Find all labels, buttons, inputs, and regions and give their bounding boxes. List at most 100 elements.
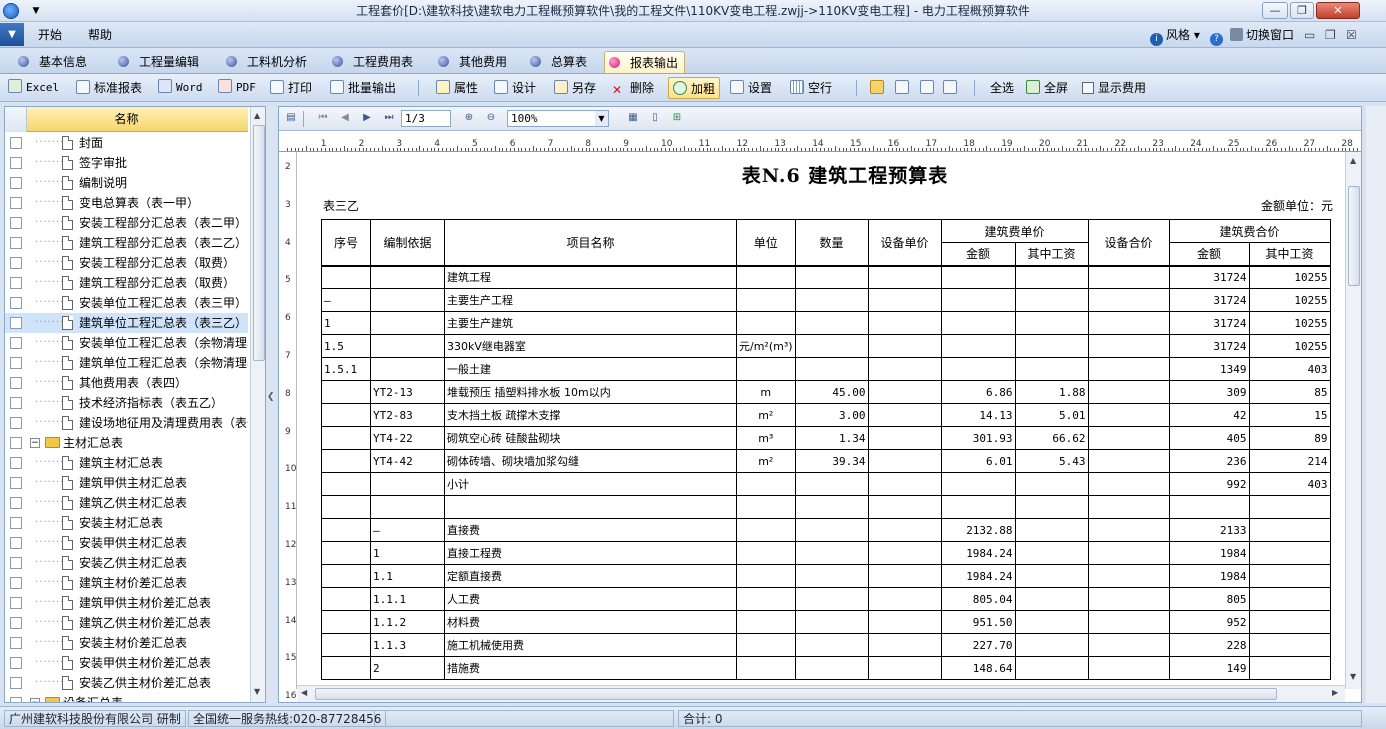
tree-item[interactable]: ······· 安装主材价差汇总表 [5,633,248,653]
menu-start[interactable]: 开始 [38,22,62,48]
last-page-icon[interactable]: ⏭ [381,110,397,126]
tree-item-checkbox[interactable] [10,357,22,369]
tab-summary[interactable]: 总算表 [526,51,593,73]
tree-item[interactable]: ······· 安装单位工程汇总表（表三甲） [5,293,248,313]
tree-item-checkbox[interactable] [10,457,22,469]
tree-item-checkbox[interactable] [10,657,22,669]
tree-item[interactable]: ······· 变电总算表（表一甲） [5,193,248,213]
tab-other-fees[interactable]: 其他费用 [434,51,513,73]
tree-item[interactable]: ······· 安装甲供主材价差汇总表 [5,653,248,673]
tree-item[interactable]: ······· 安装乙供主材价差汇总表 [5,673,248,693]
tree-item-checkbox[interactable] [10,237,22,249]
open-folder-button[interactable] [870,77,888,99]
multi-page-icon[interactable]: ⊞ [669,110,685,126]
tree-item-checkbox[interactable] [10,257,22,269]
tab-report-output[interactable]: 报表输出 [604,51,686,73]
switch-window-button[interactable]: 切换窗口 [1230,22,1294,48]
tree-item-checkbox[interactable] [10,477,22,489]
tree-item-checkbox[interactable] [10,417,22,429]
close-button[interactable]: ✕ [1316,2,1360,19]
app-menu-button[interactable]: ▼ [0,23,24,46]
tree-item-checkbox[interactable] [10,617,22,629]
preview-vertical-scrollbar[interactable]: ▲ ▼ [1345,152,1361,689]
book-icon[interactable]: ▤ [283,110,299,126]
scroll-down-icon[interactable]: ▼ [1350,672,1356,681]
tree-item-checkbox[interactable] [10,497,22,509]
prev-page-icon[interactable]: ◀ [337,110,353,126]
save-as-button[interactable]: 另存 [554,77,596,99]
tree-folder-item[interactable]: − 主材汇总表 [5,433,248,453]
scroll-thumb[interactable] [253,125,265,361]
batch-output-button[interactable]: 批量输出 [330,77,396,99]
export-pdf-button[interactable]: PDF [218,77,256,99]
tree-item[interactable]: ······· 安装工程部分汇总表（表二甲） [5,213,248,233]
tree-item-checkbox[interactable] [10,517,22,529]
tree-item-checkbox[interactable] [10,577,22,589]
scroll-left-icon[interactable]: ◀ [301,688,307,697]
zoom-out-icon[interactable]: ⊖ [483,110,499,126]
tree-item-checkbox[interactable] [10,597,22,609]
tree-item-checkbox[interactable] [10,377,22,389]
tree-item-checkbox[interactable] [10,557,22,569]
tree-item-checkbox[interactable] [10,337,22,349]
help-button[interactable]: ? [1210,22,1226,48]
tree-item[interactable]: ······· 建筑乙供主材价差汇总表 [5,613,248,633]
blank-row-button[interactable]: 空行 [790,77,832,99]
design-button[interactable]: 设计 [494,77,536,99]
tree-item[interactable]: ······· 其他费用表（表四） [5,373,248,393]
tree-item[interactable]: ······· 安装主材汇总表 [5,513,248,533]
tree-item[interactable]: ······· 签字审批 [5,153,248,173]
collapse-toggle-icon[interactable]: − [30,698,40,702]
tree-item[interactable]: ······· 安装甲供主材汇总表 [5,533,248,553]
first-page-icon[interactable]: ⏮ [315,110,331,126]
ribbon-close-icon[interactable]: ☒ [1346,22,1357,48]
tree-item-checkbox[interactable] [10,637,22,649]
zoom-in-icon[interactable]: ⊕ [461,110,477,126]
tree-vertical-scrollbar[interactable]: ▲ ▼ [250,107,265,702]
tree-item-checkbox[interactable] [10,277,22,289]
zoom-select[interactable]: 100% [507,110,609,127]
scroll-up-icon[interactable]: ▲ [1350,156,1356,165]
ribbon-restore-icon[interactable]: ❐ [1325,22,1336,48]
standard-report-button[interactable]: 标准报表 [76,77,142,99]
tree-item[interactable]: ······· 建筑单位工程汇总表（表三乙） [5,313,248,333]
tree-item[interactable]: ······· 建筑工程部分汇总表（表二乙） [5,233,248,253]
page-setup-icon[interactable]: ▦ [625,110,641,126]
delete-button[interactable]: ✕ 删除 [612,77,654,99]
scroll-down-icon[interactable]: ▼ [254,687,260,696]
tree-item-checkbox[interactable] [10,677,22,689]
tree-item[interactable]: ······· 建设场地征用及清理费用表（表七 [5,413,248,433]
tree-item-checkbox[interactable] [10,137,22,149]
tree-item[interactable]: ······· 建筑主材价差汇总表 [5,573,248,593]
settings-button[interactable]: 设置 [730,77,772,99]
tab-quantity-edit[interactable]: 工程量编辑 [114,51,205,73]
tree-item[interactable]: ······· 编制说明 [5,173,248,193]
scroll-thumb[interactable] [1348,186,1360,286]
ribbon-minimize-icon[interactable]: ▭ [1304,22,1315,48]
tree-item-checkbox[interactable] [10,157,22,169]
tree-item[interactable]: ······· 建筑主材汇总表 [5,453,248,473]
scroll-thumb[interactable] [315,688,1277,700]
tree-folder-item[interactable]: − 设备汇总表 [5,693,248,702]
minimize-button[interactable]: — [1262,2,1288,19]
collapse-toggle-icon[interactable]: − [30,438,40,448]
tree-item-checkbox[interactable] [10,437,22,449]
zoom-dropdown-icon[interactable]: ▼ [595,111,608,126]
tree-item[interactable]: ······· 建筑工程部分汇总表（取费） [5,273,248,293]
menu-help[interactable]: 帮助 [88,22,112,48]
new-file-button[interactable] [895,77,913,99]
tree-item-checkbox[interactable] [10,217,22,229]
tree-item[interactable]: ······· 安装乙供主材汇总表 [5,553,248,573]
print-button[interactable]: 打印 [270,77,312,99]
tree-item-checkbox[interactable] [10,317,22,329]
scroll-right-icon[interactable]: ▶ [1332,688,1338,697]
tree-item[interactable]: ······· 建筑甲供主材价差汇总表 [5,593,248,613]
style-menu[interactable]: i 风格 ▾ [1150,22,1200,48]
scroll-up-icon[interactable]: ▲ [254,111,260,120]
bold-button[interactable]: 加粗 [668,77,721,99]
maximize-button[interactable]: ❐ [1290,2,1314,19]
single-page-icon[interactable]: ▯ [647,110,663,126]
select-all-button[interactable]: 全选 [990,77,1014,99]
properties-button[interactable]: 属性 [436,77,478,99]
export-word-button[interactable]: Word [158,77,203,99]
